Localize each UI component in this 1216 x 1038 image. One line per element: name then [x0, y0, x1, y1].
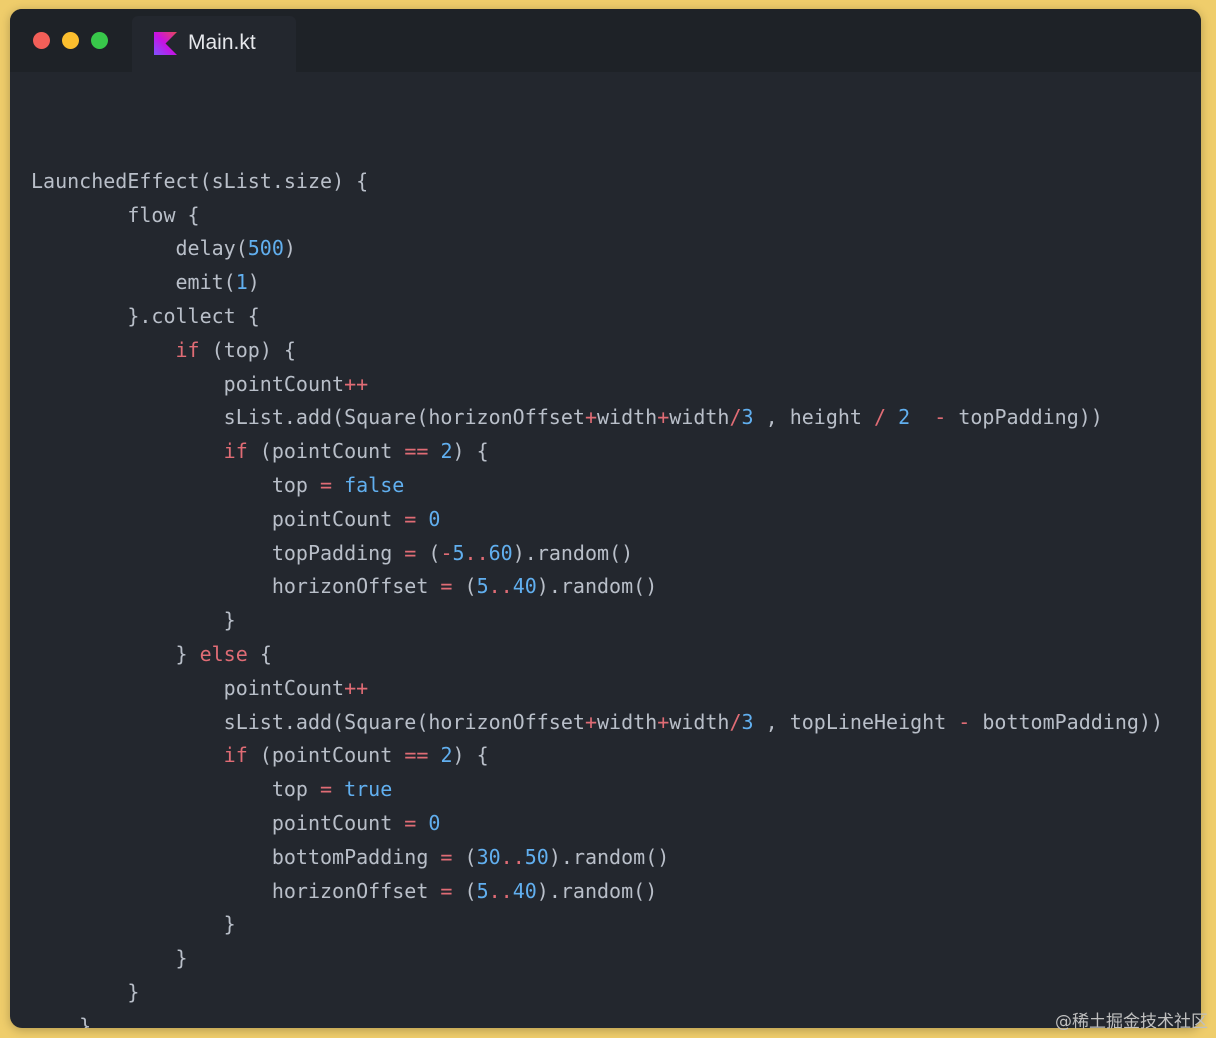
code-line: } [175, 946, 188, 971]
code-line: pointCount = 0 [271, 810, 441, 835]
code-line: } [223, 912, 236, 937]
close-button[interactable] [33, 32, 50, 49]
code-line: topPadding = (-5..60).random() [271, 540, 634, 565]
code-line: pointCount = 0 [271, 506, 441, 531]
code-line: sList.add(Square(horizonOffset+width+wid… [223, 405, 1103, 430]
code-line: delay(500) [175, 236, 296, 261]
code-line: } [223, 608, 236, 633]
watermark: @稀土掘金技术社区 [1055, 1012, 1208, 1032]
tab-label: Main.kt [188, 31, 256, 54]
code-line: pointCount++ [223, 371, 369, 396]
code-line: if (pointCount == 2) { [223, 439, 489, 464]
code-line: emit(1) [175, 270, 260, 295]
code-line: } else { [175, 641, 272, 666]
title-bar: Main.kt [10, 9, 1201, 72]
code-line: flow { [127, 202, 200, 227]
code-line: pointCount++ [223, 675, 369, 700]
tab-main-kt[interactable]: Main.kt [132, 16, 296, 72]
code-line: } [79, 1013, 92, 1028]
code-line: top = false [271, 472, 405, 497]
code-line: bottomPadding = (30..50).random() [271, 844, 670, 869]
kotlin-icon [154, 32, 177, 55]
code-line: horizonOffset = (5..40).random() [271, 878, 658, 903]
code-line: }.collect { [127, 303, 260, 328]
minimize-button[interactable] [62, 32, 79, 49]
code-window: Main.kt LaunchedEffect(sList.size) { flo… [10, 9, 1201, 1028]
code-editor[interactable]: LaunchedEffect(sList.size) { flow { dela… [31, 131, 1163, 1028]
code-line: sList.add(Square(horizonOffset+width+wid… [223, 709, 1164, 734]
code-line: LaunchedEffect(sList.size) { [31, 168, 369, 193]
code-line: } [127, 979, 140, 1004]
code-line: if (top) { [175, 337, 296, 362]
code-line: top = true [271, 777, 393, 802]
code-line: if (pointCount == 2) { [223, 743, 489, 768]
code-line: horizonOffset = (5..40).random() [271, 574, 658, 599]
maximize-button[interactable] [91, 32, 108, 49]
